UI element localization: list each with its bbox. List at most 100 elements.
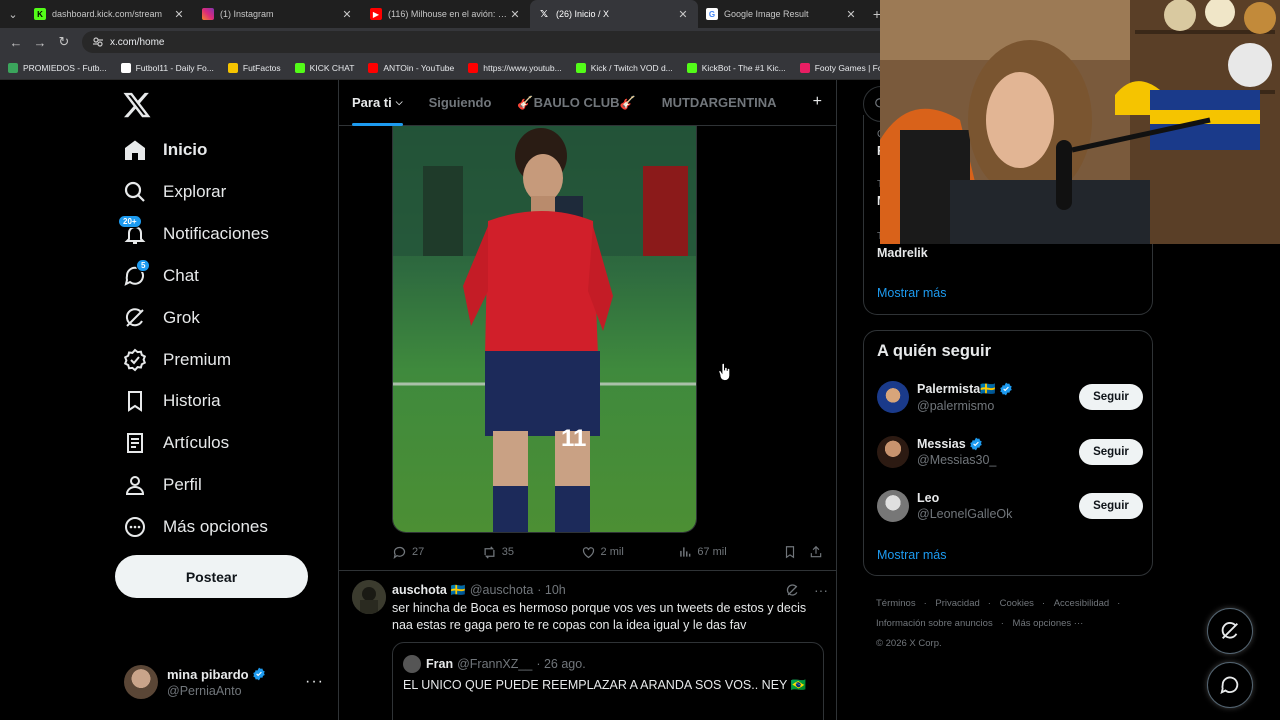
tab-siguiendo[interactable]: Siguiendo: [429, 80, 492, 126]
close-tab-icon[interactable]: ✕: [172, 8, 186, 21]
account-handle: @PerniaAnto: [167, 683, 242, 698]
notification-badge: 5: [136, 258, 151, 272]
forward-arrow-icon[interactable]: →: [28, 28, 52, 56]
heart-icon: [582, 546, 594, 558]
chat-bubble-icon: [1220, 676, 1239, 695]
repost-button[interactable]: 35: [482, 545, 581, 560]
footer-link[interactable]: Información sobre anuncios: [876, 618, 993, 629]
avatar[interactable]: [877, 435, 909, 468]
post-media-image[interactable]: 11: [392, 126, 697, 533]
bookmark-button[interactable]: [783, 545, 809, 559]
bookmark-label: KickBot - The #1 Kic...: [701, 62, 786, 73]
verified-badge-icon: [1000, 382, 1012, 396]
nav-item-profile[interactable]: Perfil: [120, 465, 202, 505]
tab-para-ti[interactable]: Para ti ⌵: [352, 80, 403, 126]
post-time[interactable]: · 10h: [537, 583, 566, 597]
bookmark-item[interactable]: KickBot - The #1 Kic...: [686, 62, 786, 73]
main-timeline: Para ti ⌵ Siguiendo 🎸BAULO CLUB🎸 MUTDARGE…: [338, 80, 837, 720]
footer-link[interactable]: Más opciones ···: [1013, 618, 1084, 629]
close-tab-icon[interactable]: ✕: [844, 8, 858, 21]
nav-item-bookmark[interactable]: Historia: [120, 381, 221, 421]
avatar: [124, 665, 158, 699]
suggestion-handle: @LeonelGalleOk: [917, 507, 1013, 521]
add-tab-plus-icon[interactable]: +: [813, 93, 822, 111]
nav-item-chat[interactable]: 5 Chat: [120, 256, 199, 296]
footer-link[interactable]: Cookies: [1000, 598, 1034, 609]
follow-button[interactable]: Seguir: [1079, 438, 1143, 465]
bookmark-item[interactable]: https://www.youtub...: [468, 62, 562, 73]
nav-item-grok[interactable]: Grok: [120, 298, 200, 338]
bookmark-item[interactable]: Kick / Twitch VOD d...: [575, 62, 673, 73]
browser-tab-kick[interactable]: K dashboard.kick.com/stream ✕: [26, 0, 194, 28]
tab-search-chevron-icon[interactable]: ⌄: [0, 0, 26, 28]
bookmark-item[interactable]: KICK CHAT: [294, 62, 354, 73]
nav-item-home[interactable]: Inicio: [120, 130, 207, 170]
footer-link[interactable]: Términos: [876, 598, 916, 609]
bookmark-favicon-icon: [799, 62, 810, 73]
messages-floating-button[interactable]: [1207, 662, 1253, 708]
bookmark-favicon-icon: [120, 62, 131, 73]
bookmark-item[interactable]: ANTOin - YouTube: [368, 62, 454, 73]
avatar[interactable]: [877, 381, 909, 413]
browser-tab-youtube[interactable]: ▶ (116) Milhouse en el avión: "To ✕: [362, 0, 530, 28]
bookmark-item[interactable]: FutFactos: [227, 62, 281, 73]
close-tab-icon[interactable]: ✕: [676, 8, 690, 21]
close-tab-icon[interactable]: ✕: [340, 8, 354, 21]
author-name[interactable]: auschota: [392, 583, 447, 597]
grok-icon: [120, 303, 150, 333]
nav-item-more[interactable]: Más opciones: [120, 507, 268, 547]
close-tab-icon[interactable]: ✕: [508, 8, 522, 21]
more-dots-icon[interactable]: ···: [305, 673, 324, 691]
browser-tab-x[interactable]: 𝕏 (26) Inicio / X ✕: [530, 0, 698, 28]
show-more-follow-link[interactable]: Mostrar más: [877, 548, 946, 562]
grok-floating-button[interactable]: [1207, 608, 1253, 654]
nav-label: Premium: [163, 349, 232, 369]
account-switcher[interactable]: mina pibardo @PerniaAnto ···: [124, 665, 324, 699]
reply-button[interactable]: 27: [392, 545, 482, 560]
bookmark-item[interactable]: Futbol11 - Daily Fo...: [120, 62, 214, 73]
views-button[interactable]: 67 mil: [678, 545, 783, 559]
browser-tab-google[interactable]: G Google Image Result ✕: [698, 0, 866, 28]
post-button[interactable]: Postear: [115, 555, 308, 598]
bookmark-icon: [785, 546, 795, 559]
instagram-favicon-icon: [202, 8, 214, 20]
site-settings-icon[interactable]: [92, 36, 104, 48]
premium-icon: [120, 345, 150, 375]
articles-icon: [120, 428, 150, 458]
nav-item-bell[interactable]: 20+ Notificaciones: [118, 214, 269, 254]
share-button[interactable]: [809, 545, 828, 559]
footer-link[interactable]: Privacidad: [935, 598, 979, 609]
follow-suggestion[interactable]: Messias @Messias30_ Seguir: [877, 434, 1143, 470]
tab-baulo-club[interactable]: 🎸BAULO CLUB🎸: [517, 80, 635, 126]
footer-link[interactable]: Accesibilidad: [1054, 598, 1109, 609]
x-logo-icon[interactable]: [122, 90, 152, 120]
avatar[interactable]: [877, 490, 909, 522]
nav-item-premium[interactable]: Premium: [120, 340, 231, 380]
post-actions: 27 35 2 mil 67 mil: [392, 542, 828, 562]
quoted-tweet[interactable]: Fran @FrannXZ__ · 26 ago. EL UNICO QUE P…: [392, 642, 824, 720]
grok-icon[interactable]: [785, 583, 800, 598]
follow-suggestion[interactable]: Palermista🇸🇪 @palermismo Seguir: [877, 379, 1143, 415]
follow-button[interactable]: Seguir: [1079, 384, 1143, 410]
show-more-trends-link[interactable]: Mostrar más: [877, 286, 946, 300]
bookmark-item[interactable]: PROMIEDOS - Futb...: [8, 62, 107, 73]
like-button[interactable]: 2 mil: [581, 545, 679, 560]
reload-icon[interactable]: ↻: [52, 28, 76, 56]
trend-item[interactable]: Madrelik: [877, 246, 928, 260]
more-dots-icon[interactable]: ···: [814, 582, 828, 598]
follow-suggestion[interactable]: Leo @LeonelGalleOk Seguir: [877, 488, 1143, 524]
nav-label: Más opciones: [163, 517, 268, 537]
tab-mutdargentina[interactable]: MUTDARGENTINA: [662, 80, 777, 126]
nav-label: Chat: [163, 265, 199, 285]
back-arrow-icon[interactable]: ←: [4, 28, 28, 56]
avatar[interactable]: [352, 580, 386, 614]
nav-label: Inicio: [163, 140, 208, 159]
browser-tab-instagram[interactable]: (1) Instagram ✕: [194, 0, 362, 28]
author-handle[interactable]: @auschota: [470, 583, 533, 597]
follow-button[interactable]: Seguir: [1079, 493, 1143, 519]
url-field[interactable]: x.com/home: [82, 31, 902, 53]
repost-icon: [484, 545, 495, 559]
feed-tabs: Para ti ⌵ Siguiendo 🎸BAULO CLUB🎸 MUTDARGE…: [339, 80, 836, 126]
nav-item-search[interactable]: Explorar: [120, 172, 226, 212]
nav-item-articles[interactable]: Artículos: [120, 423, 229, 463]
